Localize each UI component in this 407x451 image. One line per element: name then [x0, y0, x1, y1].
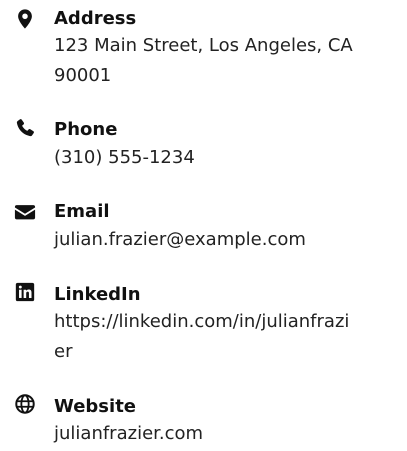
- address-value-line-1: 123 Main Street, Los Angeles, CA: [54, 35, 353, 56]
- contact-item-email: Email julian.frazier@example.com: [0, 194, 407, 264]
- address-value-line-2: 90001: [54, 65, 112, 86]
- contact-item-phone: Phone (310) 555-1234: [0, 112, 407, 182]
- globe-icon: [14, 393, 36, 415]
- phone-label: Phone: [54, 119, 118, 140]
- linkedin-label: LinkedIn: [54, 284, 141, 305]
- address-label: Address: [54, 8, 137, 29]
- linkedin-value-line-1[interactable]: https://linkedin.com/in/julianfrazi: [54, 307, 399, 337]
- contact-item-address: Address 123 Main Street, Los Angeles, CA…: [0, 0, 407, 100]
- email-value: julian.frazier@example.com: [54, 229, 306, 250]
- website-value[interactable]: julianfrazier.com: [54, 419, 399, 449]
- envelope-icon: [14, 201, 36, 223]
- phone-value: (310) 555-1234: [54, 147, 195, 168]
- website-label: Website: [54, 396, 137, 417]
- linkedin-icon: [14, 281, 36, 303]
- map-marker-icon: [14, 8, 36, 30]
- email-label: Email: [54, 201, 110, 222]
- phone-icon: [14, 117, 36, 139]
- linkedin-value-line-2[interactable]: er: [54, 337, 399, 367]
- contact-item-website: Website julianfrazier.com: [0, 388, 407, 451]
- contact-item-linkedin: LinkedIn https://linkedin.com/in/julianf…: [0, 276, 407, 376]
